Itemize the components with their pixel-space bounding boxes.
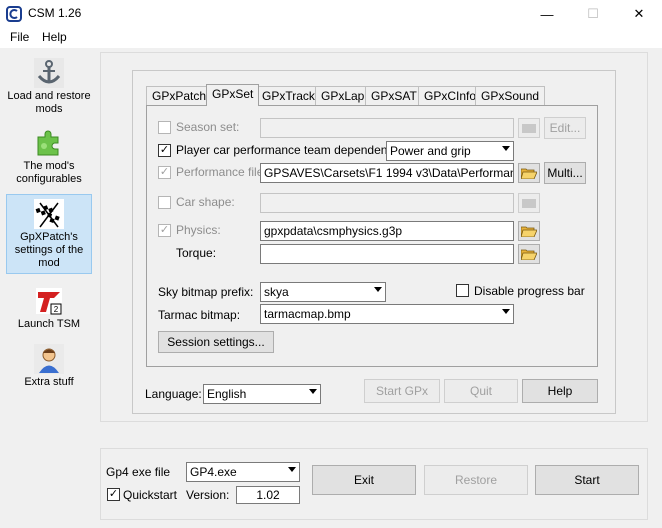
quit-button[interactable]: Quit — [444, 379, 518, 403]
tab-gpxcinfo[interactable]: GPxCInfo — [418, 86, 483, 106]
physics-browse-button[interactable] — [518, 221, 540, 241]
sky-bitmap-select[interactable]: skya — [260, 282, 386, 302]
maximize-button[interactable]: ☐ — [570, 0, 616, 28]
gp4-exe-value: GP4.exe — [190, 465, 237, 479]
performance-file-field[interactable]: GPSAVES\Carsets\F1 1994 v3\Data\Performa… — [260, 163, 514, 183]
season-set-checkbox[interactable] — [158, 121, 171, 134]
tarmac-bitmap-select[interactable]: tarmacmap.bmp — [260, 304, 514, 324]
sidebar-item-extra-stuff[interactable]: Extra stuff — [6, 340, 92, 392]
quickstart-label: Quickstart — [123, 488, 178, 502]
edit-button[interactable]: Edit... — [544, 117, 586, 139]
folder-open-icon — [521, 168, 537, 179]
tab-gpxsat[interactable]: GPxSAT — [365, 86, 423, 106]
language-label: Language: — [145, 387, 202, 401]
car-shape-browse-button[interactable] — [518, 193, 540, 213]
session-settings-button[interactable]: Session settings... — [158, 331, 274, 353]
player-perf-checkbox[interactable]: ✓ — [158, 144, 171, 157]
sidebar-item-label: Extra stuff — [24, 376, 74, 388]
car-shape-checkbox[interactable] — [158, 196, 171, 209]
language-value: English — [207, 387, 247, 401]
player-perf-label: Player car performance team dependent: — [176, 143, 395, 157]
car-shape-field[interactable] — [260, 193, 514, 213]
quickstart-checkbox[interactable]: ✓ — [107, 488, 120, 501]
folder-icon — [522, 199, 536, 208]
version-field[interactable]: 1.02 — [236, 486, 300, 504]
app-icon — [6, 6, 22, 22]
start-button[interactable]: Start — [535, 465, 639, 495]
multi-button[interactable]: Multi... — [544, 162, 586, 184]
tab-gpxtrack[interactable]: GPxTrack — [256, 86, 321, 106]
restore-button[interactable]: Restore — [424, 465, 528, 495]
physics-label: Physics: — [176, 223, 221, 237]
close-button[interactable]: ✕ — [616, 0, 662, 28]
sidebar-item-label: Load and restore mods — [7, 90, 91, 115]
folder-icon — [522, 124, 536, 133]
car-shape-label: Car shape: — [176, 195, 235, 209]
gp4-exe-label: Gp4 exe file — [106, 465, 171, 479]
performance-file-browse-button[interactable] — [518, 163, 540, 183]
sky-bitmap-value: skya — [264, 285, 289, 299]
season-set-field[interactable] — [260, 118, 514, 138]
menu-bar — [0, 28, 662, 48]
sky-bitmap-label: Sky bitmap prefix: — [158, 285, 254, 299]
torque-field[interactable] — [260, 244, 514, 264]
version-label: Version: — [186, 488, 230, 502]
season-set-browse-button[interactable] — [518, 118, 540, 138]
torque-label: Torque: — [176, 246, 217, 260]
tab-gpxsound[interactable]: GPxSound — [475, 86, 546, 106]
chevron-down-icon — [288, 467, 296, 472]
player-perf-value: Power and grip — [390, 144, 471, 158]
disable-progress-label: Disable progress bar — [474, 284, 585, 298]
season-set-label: Season set: — [176, 120, 240, 134]
sidebar-item-label: GpXPatch's settings of the mod — [14, 231, 84, 269]
sidebar-item-label: The mod's configurables — [16, 160, 82, 185]
chevron-down-icon — [309, 389, 317, 394]
help-button[interactable]: Help — [522, 379, 598, 403]
tarmac-bitmap-label: Tarmac bitmap: — [158, 308, 241, 322]
chevron-down-icon — [502, 146, 510, 151]
performance-file-checkbox[interactable]: ✓ — [158, 166, 171, 179]
window-title: CSM 1.26 — [28, 6, 82, 20]
chevron-down-icon — [502, 309, 510, 314]
tarmac-bitmap-value: tarmacmap.bmp — [264, 307, 351, 321]
exit-button[interactable]: Exit — [312, 465, 416, 495]
menu-help[interactable]: Help — [40, 28, 69, 46]
language-select[interactable]: English — [203, 384, 321, 404]
anchor-icon — [34, 58, 64, 88]
svg-text:2: 2 — [54, 305, 59, 314]
sidebar-item-gpxpatch-settings[interactable]: GpXPatch's settings of the mod — [6, 194, 92, 274]
puzzle-icon — [37, 130, 59, 156]
minimize-button[interactable]: — — [524, 0, 570, 28]
performance-file-label: Performance file: — [176, 165, 267, 179]
tab-gpxset[interactable]: GPxSet — [206, 84, 260, 106]
chevron-down-icon — [374, 287, 382, 292]
user-icon — [34, 344, 64, 374]
sidebar-item-configurables[interactable]: The mod's configurables — [6, 124, 92, 188]
tab-gpxlap[interactable]: GPxLap — [315, 86, 371, 106]
disable-progress-checkbox[interactable] — [456, 284, 469, 297]
sidebar-item-label: Launch TSM — [17, 318, 81, 330]
start-gpx-button[interactable]: Start GPx — [364, 379, 440, 403]
folder-open-icon — [521, 226, 537, 237]
sidebar-item-launch-tsm[interactable]: 2 Launch TSM — [6, 282, 92, 334]
physics-checkbox[interactable]: ✓ — [158, 224, 171, 237]
player-perf-select[interactable]: Power and grip — [386, 141, 514, 161]
menu-file[interactable]: File — [8, 28, 31, 46]
checkered-flag-icon — [34, 199, 64, 229]
folder-open-icon — [521, 249, 537, 260]
sidebar: Load and restore mods The mod's configur… — [2, 50, 92, 526]
tsm-logo-icon: 2 — [36, 288, 62, 315]
gp4-exe-select[interactable]: GP4.exe — [186, 462, 300, 482]
tab-gpxpatch[interactable]: GPxPatch — [146, 86, 213, 106]
physics-field[interactable]: gpxpdata\csmphysics.g3p — [260, 221, 514, 241]
torque-browse-button[interactable] — [518, 244, 540, 264]
sidebar-item-load-restore[interactable]: Load and restore mods — [6, 54, 92, 118]
